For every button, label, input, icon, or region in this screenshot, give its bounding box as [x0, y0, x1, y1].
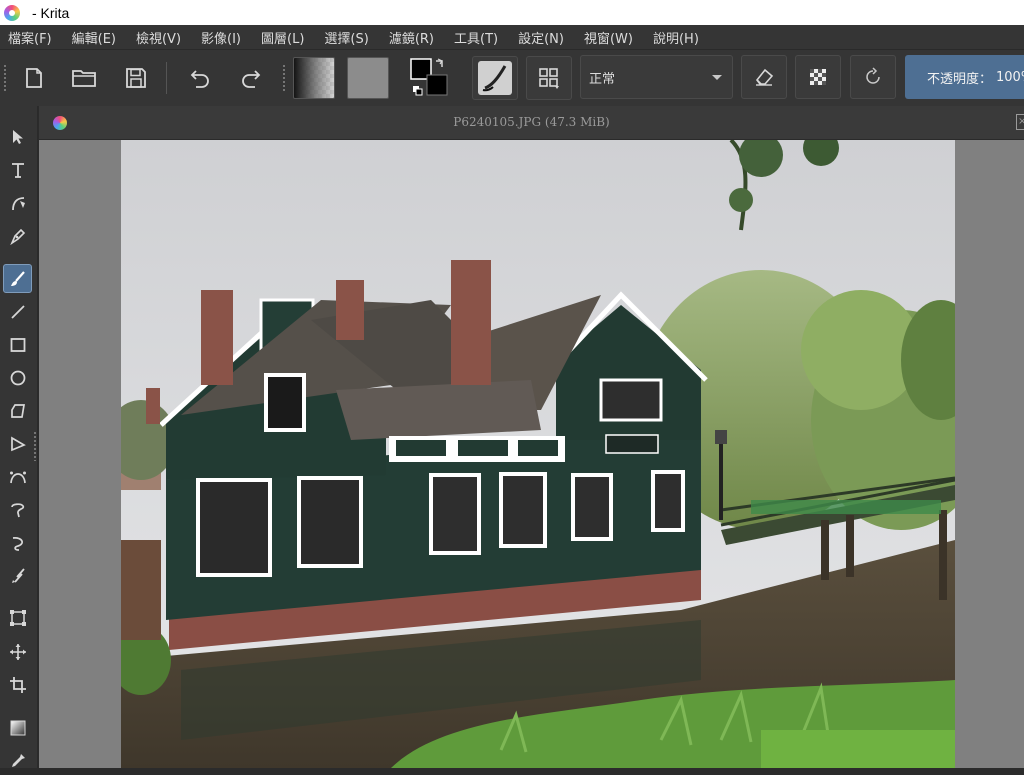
transform-tool-icon [9, 609, 26, 626]
freehand-brush-tool-icon [10, 270, 25, 286]
blend-mode-select[interactable]: 正常 [580, 55, 733, 99]
transform-tool[interactable] [3, 603, 32, 632]
menu-filter[interactable]: 濾鏡(R) [387, 27, 436, 48]
gradient-tool[interactable] [3, 713, 32, 742]
text-tool-icon [11, 162, 24, 178]
freehand-path-tool[interactable] [3, 495, 32, 524]
menu-help[interactable]: 說明(H) [651, 27, 701, 48]
ellipse-tool-icon [10, 370, 25, 385]
title-bar: - Krita [0, 0, 1024, 25]
bezier-curve-tool-icon [9, 471, 26, 483]
freehand-brush-tool[interactable] [3, 264, 32, 293]
opacity-slider[interactable]: 不透明度： 100% [905, 55, 1024, 99]
new-document-icon [26, 68, 42, 88]
foreground-background-color-icon [410, 58, 448, 96]
menu-window[interactable]: 視窗(W) [582, 27, 635, 48]
toolbar-separator [166, 62, 167, 94]
document-tab-bar: P6240105.JPG (47.3 MiB) × [39, 106, 1024, 140]
pattern-selector[interactable] [344, 56, 392, 100]
folder-icon [72, 70, 96, 87]
document-title[interactable]: P6240105.JPG (47.3 MiB) [39, 115, 1024, 129]
edit-shapes-tool-icon [11, 196, 25, 210]
refresh-icon [866, 67, 880, 84]
calligraphy-tool-icon [9, 228, 25, 245]
chevron-down-icon [712, 75, 722, 80]
undo-icon [190, 70, 209, 88]
brush-preset-button[interactable] [472, 56, 518, 100]
dynamic-brush-tool-icon [12, 536, 23, 551]
eraser-icon [755, 68, 774, 86]
line-tool-icon [10, 304, 25, 319]
eraser-mode-button[interactable] [741, 55, 787, 99]
gradient-tool-icon [10, 720, 25, 735]
toolbar-grip[interactable] [282, 64, 286, 92]
new-document-button[interactable] [14, 56, 54, 100]
toolbox-grip[interactable] [33, 431, 37, 461]
reload-preset-button[interactable] [850, 55, 896, 99]
rectangle-tool[interactable] [3, 330, 32, 359]
menu-image[interactable]: 影像(I) [199, 27, 243, 48]
menu-view[interactable]: 檢視(V) [134, 27, 183, 48]
open-document-button[interactable] [64, 56, 104, 100]
menu-tools[interactable]: 工具(T) [452, 27, 500, 48]
canvas-area[interactable] [39, 140, 1024, 768]
menu-select[interactable]: 選擇(S) [322, 27, 370, 48]
polygon-tool-icon [10, 403, 25, 418]
rectangle-tool-icon [10, 337, 25, 352]
bezier-curve-tool[interactable] [3, 462, 32, 491]
redo-button[interactable] [231, 56, 271, 100]
preserve-alpha-button[interactable] [795, 55, 841, 99]
pattern-swatch [347, 57, 389, 99]
window-title: - Krita [32, 4, 70, 21]
dynamic-brush-tool[interactable] [3, 528, 32, 557]
house-photo-image [121, 140, 955, 768]
menu-file[interactable]: 檔案(F) [6, 27, 54, 48]
menu-settings[interactable]: 設定(N) [516, 27, 566, 48]
edit-shapes-tool[interactable] [3, 188, 32, 217]
opacity-label: 不透明度： [927, 71, 993, 87]
polyline-tool[interactable] [3, 429, 32, 458]
gradient-swatch [293, 57, 335, 99]
canvas-image[interactable] [121, 140, 955, 768]
calligraphy-tool[interactable] [3, 221, 32, 250]
move-tool-icon [9, 643, 26, 660]
color-picker-tool-icon [11, 753, 25, 767]
menu-edit[interactable]: 編輯(E) [70, 27, 118, 48]
menu-layer[interactable]: 圖層(L) [259, 27, 306, 48]
color-picker-tool[interactable] [3, 746, 32, 775]
select-shapes-tool[interactable] [3, 122, 32, 151]
brush-preset-icon [478, 61, 512, 95]
polyline-tool-icon [10, 436, 26, 451]
brush-settings-button[interactable] [526, 56, 572, 100]
crop-tool[interactable] [3, 670, 32, 699]
save-button[interactable] [116, 56, 156, 100]
opacity-value: 100% [996, 69, 1024, 85]
text-tool[interactable] [3, 155, 32, 184]
undo-button[interactable] [180, 56, 220, 100]
crop-tool-icon [9, 676, 26, 693]
checkerboard-alpha-icon [810, 69, 826, 85]
move-tool[interactable] [3, 637, 32, 666]
color-selector[interactable] [406, 56, 454, 100]
redo-icon [242, 70, 261, 88]
multibrush-tool[interactable] [3, 561, 32, 590]
freehand-path-tool-icon [10, 502, 24, 517]
save-icon [126, 68, 146, 88]
polygon-tool[interactable] [3, 396, 32, 425]
ellipse-tool[interactable] [3, 363, 32, 392]
toolbox [0, 106, 38, 768]
gradient-selector[interactable] [290, 56, 338, 100]
blend-mode-value: 正常 [589, 71, 616, 87]
toolbar-grip[interactable] [3, 64, 7, 92]
krita-logo-icon [4, 4, 20, 21]
menu-bar: 檔案(F) 編輯(E) 檢視(V) 影像(I) 圖層(L) 選擇(S) 濾鏡(R… [0, 25, 1024, 49]
grid-settings-icon [539, 68, 559, 89]
close-icon[interactable]: × [1016, 114, 1024, 130]
line-tool[interactable] [3, 297, 32, 326]
select-shapes-tool-icon [12, 129, 23, 144]
multibrush-tool-icon [11, 567, 25, 583]
